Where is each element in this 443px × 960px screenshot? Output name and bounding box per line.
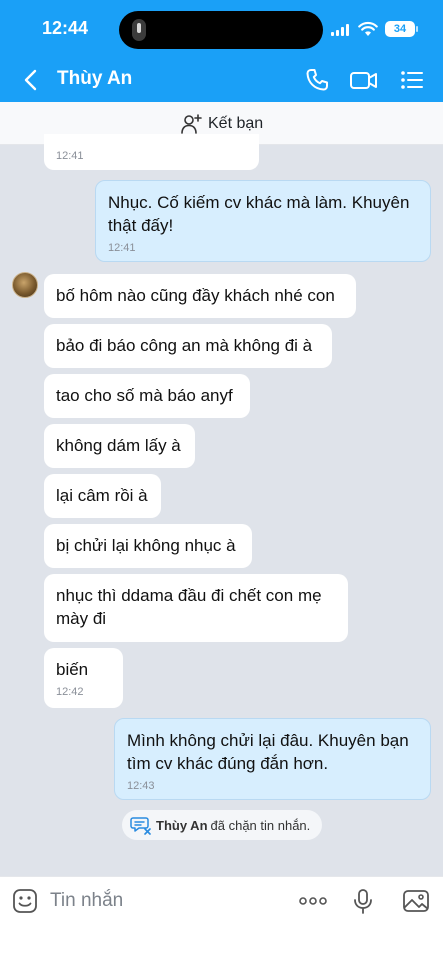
wifi-icon — [358, 21, 378, 36]
message-time: 12:41 — [108, 242, 136, 254]
battery-icon: 34 — [385, 21, 418, 37]
more-dots-icon[interactable] — [298, 887, 328, 915]
message-bubble-incoming[interactable]: không dám lấy à — [44, 424, 195, 468]
message-bubble-incoming[interactable]: bảo đi báo công an mà không đi à — [44, 324, 332, 368]
add-friend-label: Kết bạn — [208, 115, 264, 132]
contact-name[interactable]: Thùy An — [57, 68, 132, 90]
cellular-signal-icon — [331, 24, 349, 36]
microphone-icon[interactable] — [349, 887, 377, 915]
message-bubble-incoming[interactable]: bố hôm nào cũng đầy khách nhé con — [44, 274, 356, 318]
message-time: 12:42 — [56, 686, 84, 698]
message-bubble-incoming[interactable]: tao cho số mà báo anyf — [44, 374, 250, 418]
avatar[interactable] — [12, 272, 38, 298]
message-text: Nhục. Cố kiếm cv khác mà làm. Khuyên thậ… — [108, 193, 410, 235]
message-bubble-incoming[interactable]: 12:41 — [44, 134, 259, 170]
status-time: 12:44 — [42, 18, 89, 38]
message-text: lại câm rồi à — [56, 486, 148, 505]
message-text: nhục thì ddama đầu đi chết con mẹ mày đi — [56, 586, 322, 628]
message-bubble-outgoing[interactable]: Nhục. Cố kiếm cv khác mà làm. Khuyên thậ… — [95, 180, 431, 262]
video-camera-icon[interactable] — [349, 66, 379, 94]
block-notice-name: Thùy An — [156, 817, 208, 833]
image-icon[interactable] — [402, 887, 430, 915]
chevron-left-icon[interactable] — [18, 66, 46, 94]
camera-indicator-icon — [132, 19, 146, 41]
message-bubble-incoming[interactable]: nhục thì ddama đầu đi chết con mẹ mày đi — [44, 574, 348, 642]
message-text: tao cho số mà báo anyf — [56, 386, 233, 405]
dynamic-island — [119, 11, 323, 49]
message-bubble-incoming[interactable]: lại câm rồi à — [44, 474, 161, 518]
message-input-bar: Tin nhắn — [0, 876, 443, 960]
message-text: không dám lấy à — [56, 436, 181, 455]
block-notice: Thùy An đã chặn tin nhắn. — [122, 810, 322, 840]
message-text: bảo đi báo công an mà không đi à — [56, 336, 313, 355]
message-text: biến — [56, 660, 89, 679]
phone-icon[interactable] — [303, 66, 331, 94]
message-bubble-incoming[interactable]: biến 12:42 — [44, 648, 123, 708]
add-user-icon — [181, 114, 202, 134]
add-friend-button[interactable]: Kết bạn — [180, 113, 263, 135]
list-menu-icon[interactable] — [398, 66, 426, 94]
message-time: 12:41 — [56, 150, 84, 162]
emoji-icon[interactable] — [11, 887, 39, 915]
message-text: bố hôm nào cũng đầy khách nhé con — [56, 286, 335, 305]
status-bar: 12:44 34 — [0, 0, 443, 58]
message-text: Mình không chửi lại đâu. Khuyên bạn tìm … — [127, 731, 409, 773]
chat-header: Thùy An — [0, 58, 443, 102]
message-bubble-outgoing[interactable]: Mình không chửi lại đâu. Khuyên bạn tìm … — [114, 718, 431, 800]
block-notice-text: đã chặn tin nhắn. — [210, 817, 311, 833]
message-time: 12:43 — [127, 780, 155, 792]
blocked-chat-icon — [130, 817, 151, 835]
message-bubble-incoming[interactable]: bị chửi lại không nhục à — [44, 524, 252, 568]
message-text: bị chửi lại không nhục à — [56, 536, 236, 555]
message-input[interactable]: Tin nhắn — [50, 890, 123, 912]
